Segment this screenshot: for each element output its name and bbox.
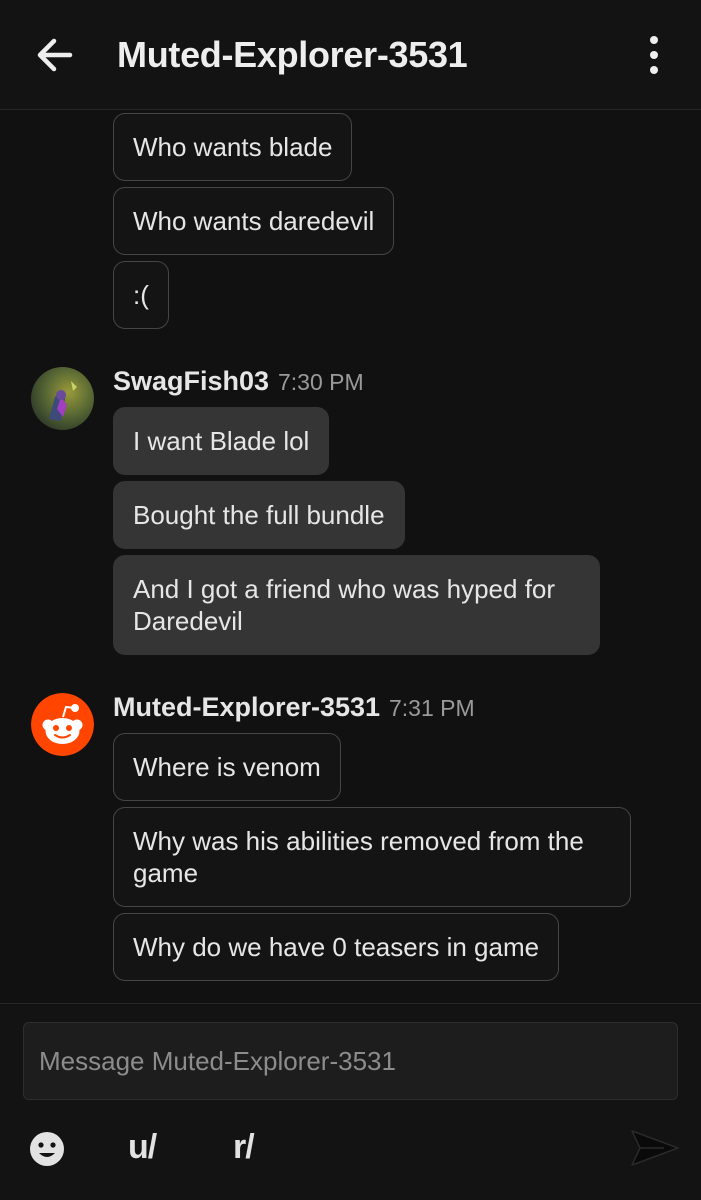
avatar[interactable] bbox=[31, 693, 94, 756]
vertical-dots-icon bbox=[650, 36, 658, 74]
reddit-snoo-avatar-icon bbox=[31, 693, 94, 756]
message-timestamp: 7:30 PM bbox=[278, 369, 364, 395]
message-bubble[interactable]: Where is venom bbox=[113, 733, 341, 801]
message-bubble[interactable]: I want Blade lol bbox=[113, 407, 330, 475]
chat-title: Muted-Explorer-3531 bbox=[117, 34, 468, 75]
message-bubble[interactable]: Bought the full bundle bbox=[113, 481, 405, 549]
message-bubble[interactable]: :( bbox=[113, 261, 169, 329]
chat-header: Muted-Explorer-3531 bbox=[0, 0, 701, 110]
arrow-left-icon bbox=[37, 38, 73, 72]
avatar[interactable] bbox=[31, 367, 94, 430]
message-bubble[interactable]: And I got a friend who was hyped for Dar… bbox=[113, 555, 600, 655]
subreddit-mention-button[interactable]: r/ bbox=[233, 1119, 255, 1175]
emoji-icon bbox=[30, 1132, 64, 1166]
swagfish-avatar-image bbox=[31, 367, 94, 430]
message-list[interactable]: Who wants blade Who wants daredevil :( S… bbox=[0, 111, 701, 1003]
message-input[interactable] bbox=[23, 1022, 678, 1100]
user-mention-button[interactable]: u/ bbox=[128, 1119, 157, 1175]
message-bubble[interactable]: Why was his abilities removed from the g… bbox=[113, 807, 631, 907]
message-bubble[interactable]: Who wants daredevil bbox=[113, 187, 395, 255]
message-bubble[interactable]: Why do we have 0 teasers in game bbox=[113, 913, 560, 981]
send-button[interactable] bbox=[630, 1123, 680, 1173]
more-options-button[interactable] bbox=[636, 30, 672, 80]
send-icon bbox=[631, 1130, 679, 1166]
sender-username[interactable]: Muted-Explorer-3531 bbox=[113, 692, 380, 723]
sender-username[interactable]: SwagFish03 bbox=[113, 366, 269, 397]
emoji-button[interactable] bbox=[28, 1125, 66, 1169]
message-composer: u/ r/ bbox=[0, 1003, 701, 1200]
message-timestamp: 7:31 PM bbox=[389, 695, 475, 721]
back-button[interactable] bbox=[30, 30, 80, 80]
message-bubble[interactable]: Who wants blade bbox=[113, 113, 353, 181]
